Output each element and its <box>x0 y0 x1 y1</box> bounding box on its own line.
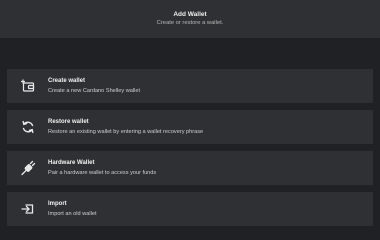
create-wallet-option[interactable]: Create wallet Create a new Cardano Shell… <box>7 69 373 103</box>
hardware-wallet-option[interactable]: Hardware Wallet Pair a hardware wallet t… <box>7 151 373 185</box>
import-wallet-description: Import an old wallet <box>48 211 97 217</box>
restore-wallet-title: Restore wallet <box>48 119 89 125</box>
hardware-plug-icon <box>20 160 36 176</box>
restore-wallet-option[interactable]: Restore wallet Restore an existing walle… <box>7 110 373 144</box>
import-icon <box>20 201 36 217</box>
hardware-wallet-description: Pair a hardware wallet to access your fu… <box>48 170 157 176</box>
page-subtitle: Create or restore a wallet. <box>156 20 224 26</box>
wallet-options-list: Create wallet Create a new Cardano Shell… <box>7 69 373 233</box>
page-header: Add Wallet Create or restore a wallet. <box>0 0 380 38</box>
create-wallet-description: Create a new Cardano Shelley wallet <box>48 88 141 94</box>
restore-icon <box>20 119 36 135</box>
hardware-wallet-title: Hardware Wallet <box>48 160 95 166</box>
create-wallet-title: Create wallet <box>48 78 86 84</box>
import-wallet-option[interactable]: Import Import an old wallet <box>7 192 373 226</box>
create-wallet-icon <box>20 78 36 94</box>
restore-wallet-description: Restore an existing wallet by entering a… <box>48 129 204 135</box>
import-wallet-title: Import <box>48 201 67 207</box>
page-title: Add Wallet <box>173 11 207 18</box>
